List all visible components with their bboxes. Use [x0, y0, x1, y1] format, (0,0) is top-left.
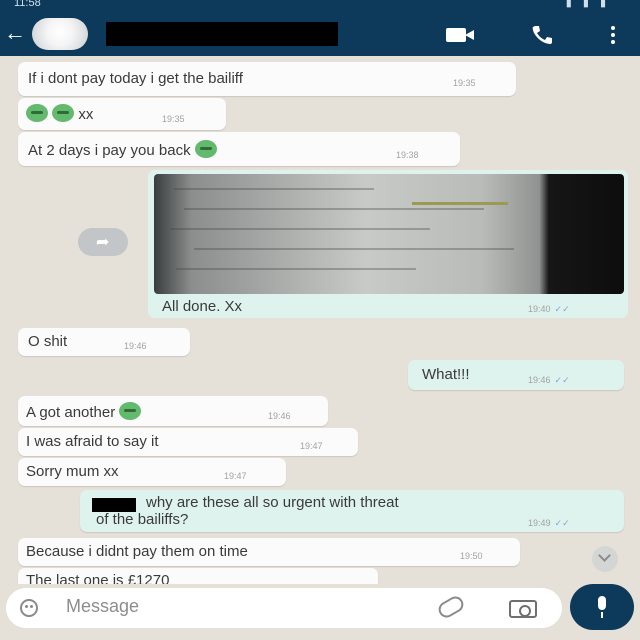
message-time: 19:46 [124, 341, 147, 351]
message-bubble[interactable]: What!!! 19:46 ✓✓ [408, 360, 624, 390]
message-text: I was afraid to say it [26, 433, 159, 450]
message-text: A got another [26, 404, 116, 421]
redacted-name [92, 498, 136, 512]
camera-icon[interactable] [509, 600, 537, 618]
message-text: xx [78, 106, 94, 123]
message-time: 19:47 [300, 441, 323, 451]
emoji-icon[interactable] [20, 599, 38, 617]
message-time: 19:49 [528, 518, 551, 528]
message-placeholder: Message [66, 596, 140, 616]
image-caption: All done. Xx [162, 298, 243, 315]
message-text: Because i didnt pay them on time [26, 543, 248, 560]
message-bubble[interactable]: Sorry mum xx 19:47 [18, 458, 286, 486]
sad-face-emoji [52, 104, 75, 122]
message-time: 19:50 [460, 551, 483, 561]
message-bubble[interactable]: At 2 days i pay you back 19:38 [18, 132, 460, 166]
message-list[interactable]: If i dont pay today i get the bailiff 19… [0, 56, 640, 584]
contact-avatar[interactable] [32, 18, 88, 50]
message-text: What!!! [422, 366, 470, 383]
video-call-icon[interactable] [446, 28, 476, 42]
back-arrow-icon[interactable]: ← [4, 22, 28, 46]
image-message[interactable]: All done. Xx 19:40 ✓✓ [148, 170, 628, 318]
message-bubble[interactable]: O shit 19:46 [18, 328, 190, 356]
attach-icon[interactable] [435, 593, 467, 621]
message-bubble[interactable]: I was afraid to say it 19:47 [18, 428, 358, 456]
sad-face-emoji [119, 402, 142, 420]
message-time: 19:47 [224, 471, 247, 481]
message-bubble[interactable]: Because i didnt pay them on time 19:50 [18, 538, 520, 566]
message-text: O shit [28, 333, 68, 350]
more-options-icon[interactable] [610, 26, 616, 46]
message-bubble[interactable]: The last one is £1270 [18, 568, 378, 584]
message-text: If i dont pay today i get the bailiff [28, 70, 243, 87]
message-text-line-2: of the bailiffs? [96, 511, 189, 528]
message-text: The last one is £1270 [26, 572, 170, 584]
shared-image[interactable] [154, 174, 624, 294]
message-time: 19:46 [528, 375, 551, 385]
message-bubble[interactable]: why are these all so urgent with threat … [80, 490, 624, 532]
composer: Message [0, 584, 640, 640]
message-time: 19:35 [453, 78, 476, 88]
mic-icon[interactable] [570, 584, 634, 630]
status-time: 11:58 [14, 0, 41, 9]
read-ticks-icon: ✓✓ [554, 304, 570, 314]
status-bar: 11:58 ▮ ▮ ▮ [0, 0, 640, 12]
sad-face-emoji [26, 104, 48, 122]
forward-icon[interactable]: ➦ [78, 228, 128, 256]
message-bubble[interactable]: A got another 19:46 [18, 396, 328, 426]
message-time: 19:46 [268, 411, 291, 421]
message-text: At 2 days i pay you back [28, 142, 191, 159]
system-icons: ▮ ▮ ▮ [565, 0, 610, 9]
message-bubble[interactable]: If i dont pay today i get the bailiff 19… [18, 62, 516, 96]
message-time: 19:38 [396, 150, 419, 160]
read-ticks-icon: ✓✓ [554, 518, 570, 528]
message-time: 19:40 [528, 304, 551, 314]
phone-icon[interactable] [530, 24, 554, 46]
scroll-down-button[interactable] [592, 546, 618, 572]
sad-face-emoji [194, 140, 217, 158]
message-bubble[interactable]: xx 19:35 [18, 98, 226, 130]
read-ticks-icon: ✓✓ [554, 375, 570, 385]
message-input[interactable]: Message [6, 588, 562, 628]
message-text-line-1: why are these all so urgent with threat [146, 494, 399, 511]
chat-header: ← [0, 12, 640, 56]
message-time: 19:35 [162, 114, 185, 124]
contact-name-redacted[interactable] [106, 22, 338, 46]
message-text: Sorry mum xx [26, 463, 119, 480]
